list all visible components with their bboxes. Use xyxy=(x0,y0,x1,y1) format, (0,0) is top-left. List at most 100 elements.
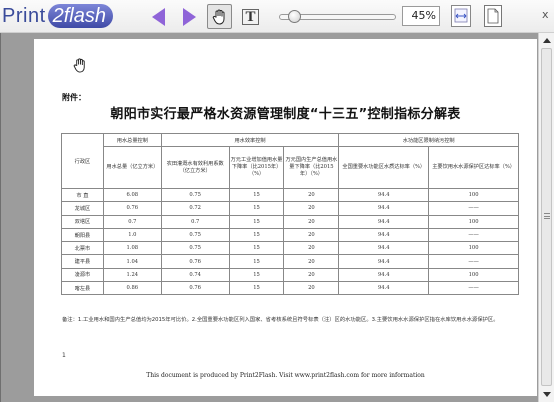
table-cell: 20 xyxy=(283,281,340,296)
table-cell: 94.4 xyxy=(338,254,430,269)
table-cell: 0.86 xyxy=(102,281,162,296)
document-viewer[interactable]: 附件： 朝阳市实行最严格水资源管理制度“十三五”控制指标分解表 行政区 用水总量… xyxy=(0,33,554,402)
table-cell: 0.7 xyxy=(102,214,162,229)
table-cell: 20 xyxy=(283,187,340,203)
zoom-input[interactable]: 45% xyxy=(402,6,440,26)
hand-cursor-icon xyxy=(73,58,85,73)
table-cell: 20 xyxy=(283,214,340,229)
table-cell: —— xyxy=(428,201,519,216)
table-cell: 0.74 xyxy=(160,267,230,283)
scroll-down-button[interactable] xyxy=(539,387,554,402)
district-cell: 喀左县 xyxy=(61,281,104,296)
table-cell: 15 xyxy=(228,254,285,269)
district-cell: 朝阳县 xyxy=(61,227,104,243)
arrow-right-icon xyxy=(183,7,196,26)
table-cell: 94.4 xyxy=(338,214,430,229)
text-select-button[interactable]: T xyxy=(238,4,263,29)
next-page-button[interactable] xyxy=(177,4,202,29)
zoom-slider-thumb[interactable] xyxy=(288,10,301,23)
page-number: 1 xyxy=(62,352,66,359)
table-cell: 0.75 xyxy=(160,227,230,243)
table-cell: 15 xyxy=(228,187,285,203)
row-header-cell: 行政区 xyxy=(61,133,104,189)
table-row: 建平县 1.04 0.76 15 20 94.4 —— xyxy=(61,254,519,269)
district-cell: 凌源市 xyxy=(61,267,104,283)
table-subheader-row: 用水总量（亿立方米） 农田灌溉水有效利用系数（亿立方米） 万元工业增加值用水量下… xyxy=(62,146,519,189)
page-footer: This document is produced by Print2Flash… xyxy=(146,372,425,379)
fit-page-button[interactable] xyxy=(484,5,502,27)
triangle-down-icon xyxy=(542,392,551,397)
table-cell: 100 xyxy=(428,241,519,256)
table-cell: 20 xyxy=(283,267,340,283)
table-cell: 15 xyxy=(228,241,285,256)
district-cell: 龙城区 xyxy=(61,201,104,216)
table-cell: —— xyxy=(428,227,519,243)
table-cell: 0.72 xyxy=(160,201,230,216)
close-icon[interactable]: x xyxy=(542,8,549,21)
table-cell: 1.0 xyxy=(102,227,162,243)
table-row: 朝阳县 1.0 0.75 15 20 94.4 —— xyxy=(61,227,519,243)
table-cell: 20 xyxy=(283,227,340,243)
table-cell: 20 xyxy=(283,241,340,256)
table-row: 凌源市 1.24 0.74 15 20 94.4 100 xyxy=(61,267,519,283)
table-cell: 94.4 xyxy=(338,281,430,296)
scrollbar-thumb[interactable] xyxy=(541,48,552,386)
print2flash-logo: Print 2flash xyxy=(2,3,113,29)
table-cell: 20 xyxy=(283,254,340,269)
zoom-slider[interactable] xyxy=(279,10,396,23)
toolbar: Print 2flash T 45% x xyxy=(0,0,554,33)
hand-tool-button[interactable] xyxy=(207,4,232,29)
scroll-up-button[interactable] xyxy=(539,33,554,48)
subheader-cell: 全国重要水功能区水质达标率（%） xyxy=(338,146,430,189)
group-header-cell: 用水效率控制 xyxy=(160,133,340,147)
previous-page-button[interactable] xyxy=(146,4,171,29)
district-cell: 北票市 xyxy=(61,241,104,256)
page-icon xyxy=(487,8,499,24)
table-row: 北票市 1.08 0.75 15 20 94.4 100 xyxy=(61,241,519,256)
table-row: 喀左县 0.86 0.76 15 20 94.4 —— xyxy=(61,281,519,296)
table-cell: 100 xyxy=(428,187,519,203)
table-row: 双塔区 0.7 0.7 15 20 94.4 100 xyxy=(61,214,519,229)
subheader-cell: 万元国内生产总值用水量下降率（比2015年）（%） xyxy=(283,146,340,189)
control-index-table: 行政区 用水总量控制 用水效率控制 水功能区限制纳污控制 用水总量（亿立方米） … xyxy=(61,133,519,296)
table-cell: 1.24 xyxy=(102,267,162,283)
document-page: 附件： 朝阳市实行最严格水资源管理制度“十三五”控制指标分解表 行政区 用水总量… xyxy=(34,39,537,396)
table-cell: 1.04 xyxy=(102,254,162,269)
table-cell: 0.76 xyxy=(102,201,162,216)
table-cell: 0.7 xyxy=(160,214,230,229)
table-cell: 15 xyxy=(228,267,285,283)
table-cell: 0.75 xyxy=(160,241,230,256)
table-cell: 1.08 xyxy=(102,241,162,256)
hand-icon xyxy=(212,9,225,25)
table-cell: 15 xyxy=(228,201,285,216)
table-cell: 6.08 xyxy=(102,187,162,203)
district-cell: 建平县 xyxy=(61,254,104,269)
table-cell: 15 xyxy=(228,227,285,243)
document-title: 朝阳市实行最严格水资源管理制度“十三五”控制指标分解表 xyxy=(110,107,461,122)
subheader-cell: 主要饮用水水源保护区达标率（%） xyxy=(428,146,519,189)
subheader-cell: 用水总量（亿立方米） xyxy=(102,146,162,189)
table-header-row: 行政区 用水总量控制 用水效率控制 水功能区限制纳污控制 xyxy=(61,133,519,189)
triangle-up-icon xyxy=(542,38,551,43)
table-cell: 0.76 xyxy=(160,281,230,296)
grip-icon xyxy=(544,213,550,219)
table-cell: 94.4 xyxy=(338,201,430,216)
district-cell: 双塔区 xyxy=(61,214,104,229)
table-cell: 100 xyxy=(428,214,519,229)
text-tool-icon: T xyxy=(242,8,259,25)
table-cell: 100 xyxy=(428,267,519,283)
group-header-cell: 水功能区限制纳污控制 xyxy=(338,133,519,147)
table-cell: 94.4 xyxy=(338,187,430,203)
fit-width-icon xyxy=(454,8,468,23)
table-note: 备注：1.工业用水和国内生产总值均为2015年可比价。2.全国重要水功能区列入国… xyxy=(62,317,499,323)
vertical-scrollbar[interactable] xyxy=(538,33,554,402)
table-row: 市 直 6.08 0.75 15 20 94.4 100 xyxy=(61,187,519,203)
logo-print-text: Print xyxy=(2,4,46,27)
logo-flash-text: 2flash xyxy=(47,4,113,28)
table-cell: 15 xyxy=(228,214,285,229)
table-row: 龙城区 0.76 0.72 15 20 94.4 —— xyxy=(61,201,519,216)
subheader-cell: 万元工业增加值用水量下降率（比2015年）（%） xyxy=(228,146,285,189)
table-cell: 94.4 xyxy=(338,241,430,256)
fit-width-button[interactable] xyxy=(451,5,471,27)
table-cell: 0.76 xyxy=(160,254,230,269)
